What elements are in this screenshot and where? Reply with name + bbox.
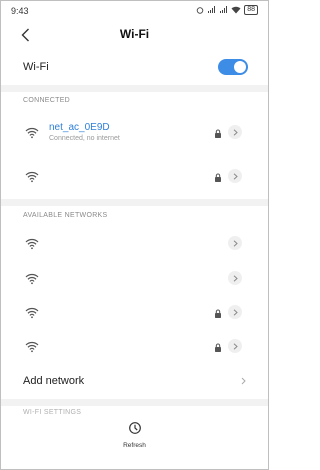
wifi-icon <box>25 171 39 183</box>
wifi-settings-screen: 9:43 88 Wi-Fi Wi-Fi CONNECTED net_ac_0E9… <box>0 0 269 470</box>
available-network-row[interactable] <box>1 333 268 363</box>
available-network-row[interactable] <box>1 299 268 329</box>
divider <box>1 85 268 92</box>
top-bar: Wi-Fi <box>1 23 268 47</box>
section-header-connected: CONNECTED <box>23 97 71 104</box>
chevron-right-icon <box>233 308 238 316</box>
page-title: Wi-Fi <box>119 27 150 41</box>
section-header-settings: WI-FI SETTINGS <box>23 409 82 416</box>
chevron-right-icon <box>233 274 238 282</box>
network-status: Connected, no internet <box>49 135 120 142</box>
available-network-row[interactable] <box>1 265 268 295</box>
section-header-available: AVAILABLE NETWORKS <box>23 212 108 219</box>
wifi-icon <box>25 307 39 319</box>
wifi-toggle-row[interactable]: Wi-Fi <box>23 57 248 77</box>
status-time: 9:43 <box>11 6 29 16</box>
network-details-button[interactable] <box>228 271 242 285</box>
chevron-right-icon <box>233 342 238 350</box>
divider <box>1 199 268 206</box>
lock-icon <box>215 129 221 138</box>
refresh-button[interactable]: Refresh <box>1 421 268 449</box>
network-details-button[interactable] <box>228 305 242 319</box>
wifi-icon <box>25 341 39 353</box>
network-name: net_ac_0E9D <box>49 122 110 133</box>
wifi-toggle-switch[interactable] <box>218 59 248 75</box>
network-details-button[interactable] <box>228 169 242 183</box>
refresh-icon <box>128 422 141 434</box>
signal-icon <box>208 6 216 13</box>
divider <box>1 399 268 406</box>
lock-icon <box>215 309 221 318</box>
add-network-label: Add network <box>23 375 85 387</box>
lock-icon <box>215 173 221 182</box>
chevron-right-icon <box>233 128 238 136</box>
network-details-button[interactable] <box>228 125 242 139</box>
chevron-right-icon <box>233 172 238 180</box>
wifi-icon <box>25 273 39 285</box>
battery-indicator: 88 <box>244 5 258 15</box>
wifi-toggle-label: Wi-Fi <box>23 61 49 73</box>
alarm-icon <box>196 7 204 14</box>
signal-icon-2 <box>220 6 228 13</box>
chevron-right-icon <box>241 377 246 385</box>
add-network-row[interactable]: Add network <box>23 371 246 391</box>
connected-network-row[interactable]: net_ac_0E9D Connected, no internet <box>1 119 268 149</box>
chevron-right-icon <box>233 239 238 247</box>
available-network-row[interactable] <box>1 230 268 260</box>
connected-network-row[interactable] <box>1 163 268 193</box>
wifi-icon <box>25 127 39 139</box>
lock-icon <box>215 343 221 352</box>
wifi-icon <box>25 238 39 250</box>
network-details-button[interactable] <box>228 339 242 353</box>
refresh-label: Refresh <box>123 442 146 449</box>
wifi-status-icon <box>231 6 241 14</box>
network-details-button[interactable] <box>228 236 242 250</box>
toggle-knob <box>234 61 246 73</box>
status-bar: 9:43 88 <box>1 1 268 21</box>
status-icons: 88 <box>196 5 258 15</box>
